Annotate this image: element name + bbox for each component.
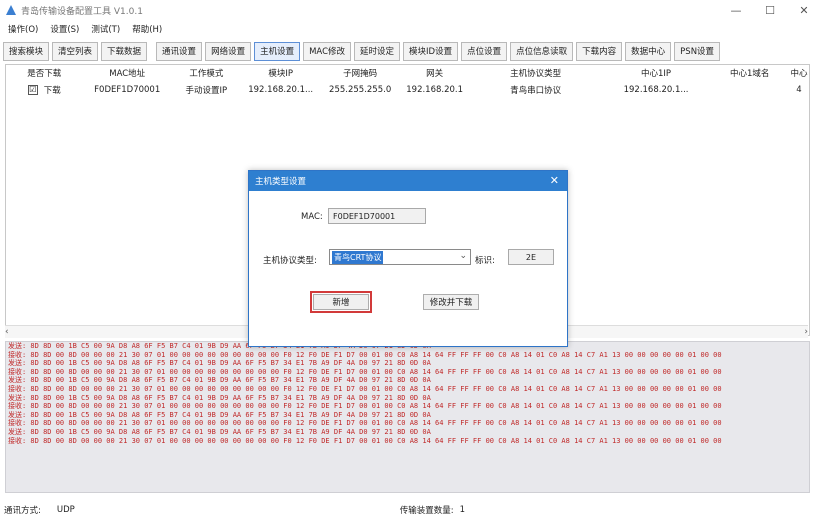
col-protocol[interactable]: 主机协议类型 xyxy=(469,65,601,81)
menu-bar: 操作(O) 设置(S) 测试(T) 帮助(H) xyxy=(0,20,821,38)
maximize-button[interactable]: ☐ xyxy=(753,0,787,20)
download-content-button[interactable]: 下载内容 xyxy=(576,41,623,61)
host-type-dialog: 主机类型设置 ✕ MAC: F0DEF1D70001 主机协议类型: 青鸟CRT… xyxy=(248,170,568,347)
cell-center1-ip: 192.168.20.1... xyxy=(623,84,689,95)
id-field[interactable]: 2E xyxy=(508,249,554,265)
log-line: 发送: 8D 8D 00 1B C5 00 9A D8 A8 6F F5 B7 … xyxy=(8,393,431,402)
log-line: 接收: 8D 8D 00 8D 00 00 00 21 30 07 01 00 … xyxy=(8,419,722,428)
id-label: 标识: xyxy=(475,256,495,266)
dialog-title: 主机类型设置 xyxy=(255,177,307,187)
log-line: 接收: 8D 8D 00 8D 00 00 00 21 30 07 01 00 … xyxy=(8,350,722,359)
mac-modify-button[interactable]: MAC修改 xyxy=(303,41,352,61)
protocol-selected-value: 青鸟CRT协议 xyxy=(332,250,384,264)
col-center[interactable]: 中心 xyxy=(789,65,809,81)
host-settings-button[interactable]: 主机设置 xyxy=(254,41,301,61)
status-bar: 通讯方式: UDP 传输装置数量: 1 xyxy=(0,500,821,519)
clear-list-button[interactable]: 清空列表 xyxy=(52,41,99,61)
log-line: 发送: 8D 8D 00 1B C5 00 9A D8 A8 6F F5 B7 … xyxy=(8,376,431,385)
close-button[interactable]: ✕ xyxy=(787,0,821,20)
menu-test[interactable]: 测试(T) xyxy=(91,23,120,35)
mac-label: MAC: xyxy=(301,212,323,222)
scroll-left-icon[interactable]: ‹ xyxy=(5,327,9,337)
log-line: 发送: 8D 8D 00 1B C5 00 9A D8 A8 6F F5 B7 … xyxy=(8,359,431,368)
table-header: 是否下载 MAC地址 工作模式 模块IP 子网掩码 网关 主机协议类型 中心1I… xyxy=(6,65,809,81)
log-line: 接收: 8D 8D 00 8D 00 00 00 21 30 07 01 00 … xyxy=(8,436,722,445)
count-label: 传输装置数量: xyxy=(399,505,454,516)
chevron-down-icon[interactable]: ⌄ xyxy=(459,251,467,261)
module-id-button[interactable]: 模块ID设置 xyxy=(403,41,459,61)
download-checkbox[interactable]: ☑ xyxy=(27,85,38,95)
cell-protocol: 青鸟串口协议 xyxy=(510,85,562,96)
modify-download-button[interactable]: 修改并下载 xyxy=(423,294,479,310)
col-mask[interactable]: 子网掩码 xyxy=(320,65,399,81)
title-bar: 青岛传输设备配置工具 V1.0.1 — ☐ ✕ xyxy=(0,0,821,20)
col-mac[interactable]: MAC地址 xyxy=(83,65,172,81)
menu-operate[interactable]: 操作(O) xyxy=(8,23,38,35)
cell-center: 4 xyxy=(796,84,802,95)
protocol-label: 主机协议类型: xyxy=(263,256,317,266)
network-settings-button[interactable]: 网络设置 xyxy=(205,41,252,61)
log-line: 接收: 8D 8D 00 8D 00 00 00 21 30 07 01 00 … xyxy=(8,402,722,411)
comm-label: 通讯方式: xyxy=(4,505,41,516)
cell-mode: 手动设置IP xyxy=(185,85,228,96)
menu-settings[interactable]: 设置(S) xyxy=(50,23,79,35)
col-center1-ip[interactable]: 中心1IP xyxy=(602,65,711,81)
point-setting-button[interactable]: 点位设置 xyxy=(461,41,508,61)
menu-help[interactable]: 帮助(H) xyxy=(132,23,162,35)
download-data-button[interactable]: 下载数据 xyxy=(101,41,148,61)
scroll-right-icon[interactable]: › xyxy=(804,327,808,337)
col-gateway[interactable]: 网关 xyxy=(400,65,470,81)
data-center-button[interactable]: 数据中心 xyxy=(625,41,672,61)
log-line: 发送: 8D 8D 00 1B C5 00 9A D8 A8 6F F5 B7 … xyxy=(8,427,431,436)
cell-mask: 255.255.255.0 xyxy=(329,84,392,95)
window-title: 青岛传输设备配置工具 V1.0.1 xyxy=(21,6,143,17)
cell-download: 下载 xyxy=(43,85,61,96)
col-mode[interactable]: 工作模式 xyxy=(172,65,241,81)
psn-settings-button[interactable]: PSN设置 xyxy=(674,41,721,61)
mac-field[interactable]: F0DEF1D70001 xyxy=(328,208,426,224)
search-module-button[interactable]: 搜索模块 xyxy=(3,41,50,61)
col-ip[interactable]: 模块IP xyxy=(241,65,321,81)
log-area[interactable]: 发送: 8D 8D 00 1B C5 00 9A D8 A8 6F F5 B7 … xyxy=(5,341,810,493)
cell-mac: F0DEF1D70001 xyxy=(94,84,161,95)
log-line: 接收: 8D 8D 00 8D 00 00 00 21 30 07 01 00 … xyxy=(8,384,722,393)
point-info-read-button[interactable]: 点位信息读取 xyxy=(510,41,574,61)
dialog-close-icon[interactable]: ✕ xyxy=(550,174,559,187)
window-controls: — ☐ ✕ xyxy=(719,0,821,20)
protocol-select[interactable]: 青鸟CRT协议 ⌄ xyxy=(329,249,471,265)
col-download[interactable]: 是否下载 xyxy=(6,65,83,81)
col-center1-domain[interactable]: 中心1域名 xyxy=(710,65,789,81)
comm-settings-button[interactable]: 通讯设置 xyxy=(156,41,203,61)
delay-setting-button[interactable]: 延时设定 xyxy=(354,41,401,61)
toolbar: 搜索模块 清空列表 下载数据 通讯设置 网络设置 主机设置 MAC修改 延时设定… xyxy=(0,40,821,62)
cell-ip: 192.168.20.1... xyxy=(248,84,314,95)
add-button[interactable]: 新增 xyxy=(310,291,372,313)
cell-center1-domain xyxy=(710,81,789,98)
minimize-button[interactable]: — xyxy=(719,0,753,20)
count-value: 1 xyxy=(459,504,466,515)
comm-value: UDP xyxy=(56,504,75,515)
table-row[interactable]: ☑ 下载 F0DEF1D70001 手动设置IP 192.168.20.1... … xyxy=(6,81,809,98)
dialog-title-bar: 主机类型设置 ✕ xyxy=(249,171,567,191)
cell-gateway: 192.168.20.1 xyxy=(406,84,464,95)
app-icon xyxy=(6,5,16,15)
